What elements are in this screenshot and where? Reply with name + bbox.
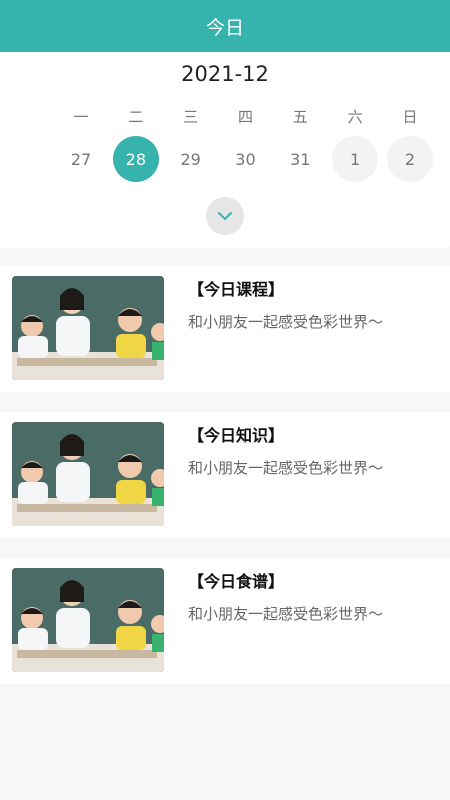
week-calendar: 2021-12 一 二 三 四 五 六 日 27 28 29 30 31 1 2 xyxy=(0,52,450,248)
weekday-label: 五 xyxy=(292,108,308,126)
weekday-label: 六 xyxy=(347,108,363,126)
page-title: 今日 xyxy=(205,16,244,39)
day-cell-next-month[interactable]: 2 xyxy=(386,136,433,182)
card-title: 【今日食谱】 xyxy=(188,572,285,591)
weekday-label: 三 xyxy=(183,108,199,126)
card-title: 【今日知识】 xyxy=(188,426,285,445)
day-cell-next-month[interactable]: 1 xyxy=(332,136,379,182)
month-label: 2021-12 xyxy=(181,62,269,86)
expand-calendar-button[interactable] xyxy=(206,197,244,235)
weekday-label: 四 xyxy=(237,108,253,126)
day-cell[interactable]: 31 xyxy=(277,136,323,182)
classroom-photo xyxy=(12,422,164,526)
weekday-label: 日 xyxy=(402,108,418,126)
card-description: 和小朋友一起感受色彩世界～ xyxy=(188,605,384,623)
weekday-label: 二 xyxy=(128,108,144,126)
card-description: 和小朋友一起感受色彩世界～ xyxy=(188,313,384,331)
card-today-knowledge[interactable]: 【今日知识】 和小朋友一起感受色彩世界～ xyxy=(0,412,450,538)
card-title: 【今日课程】 xyxy=(188,280,285,299)
app-header: 今日 xyxy=(0,0,450,52)
classroom-photo xyxy=(12,276,164,380)
weekday-row: 一 二 三 四 五 六 日 xyxy=(0,106,450,130)
day-row: 27 28 29 30 31 1 2 xyxy=(0,136,450,182)
card-today-course[interactable]: 【今日课程】 和小朋友一起感受色彩世界～ xyxy=(0,266,450,392)
card-today-recipe[interactable]: 【今日食谱】 和小朋友一起感受色彩世界～ xyxy=(0,558,450,684)
card-description: 和小朋友一起感受色彩世界～ xyxy=(188,459,384,477)
day-cell[interactable]: 30 xyxy=(222,136,268,182)
chevron-down-icon xyxy=(218,212,232,220)
classroom-photo xyxy=(12,568,164,672)
weekday-label: 一 xyxy=(73,108,89,126)
day-cell[interactable]: 29 xyxy=(168,136,214,182)
day-cell-selected[interactable]: 28 xyxy=(112,136,159,182)
day-cell[interactable]: 27 xyxy=(58,136,104,182)
